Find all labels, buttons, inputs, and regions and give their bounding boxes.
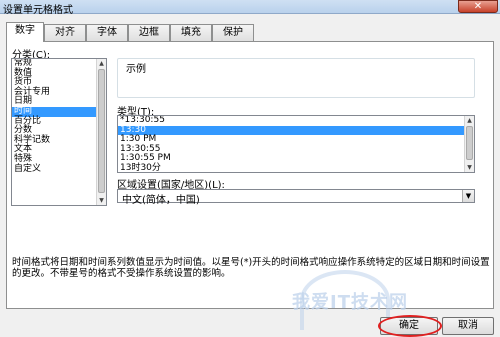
- watermark-text: 我爱IT技术网: [292, 292, 408, 313]
- type-scrollbar[interactable]: ▲ ▼: [464, 116, 474, 172]
- cancel-button[interactable]: 取消: [442, 317, 494, 335]
- format-description: 时间格式将日期和时间系列数值显示为时间值。以星号(*)开头的时间格式响应操作系统…: [12, 257, 490, 279]
- tab-number[interactable]: 数字: [6, 22, 44, 42]
- type-list[interactable]: *13:30:55 13:30 1:30 PM 13:30:55 1:30:55 PM 1…: [117, 115, 475, 173]
- tab-protection[interactable]: 保护: [212, 24, 254, 42]
- chevron-down-icon[interactable]: ▼: [462, 190, 474, 202]
- list-item[interactable]: 13:30: [118, 125, 474, 136]
- window-title: 设置单元格格式: [3, 5, 73, 16]
- highlight-circle: [378, 315, 442, 337]
- close-icon[interactable]: ✕: [458, 0, 498, 13]
- tab-border[interactable]: 边框: [128, 24, 170, 42]
- sample-label: 示例: [124, 60, 148, 75]
- scroll-up-icon[interactable]: ▲: [97, 59, 106, 68]
- tab-alignment[interactable]: 对齐: [44, 24, 86, 42]
- scroll-down-icon[interactable]: ▼: [465, 163, 474, 172]
- list-item[interactable]: 自定义: [12, 164, 106, 175]
- tab-fill[interactable]: 填充: [170, 24, 212, 42]
- list-item[interactable]: 1:30 PM: [118, 135, 474, 145]
- sample-box: 示例: [117, 58, 475, 98]
- list-item[interactable]: 13:30:55: [118, 144, 474, 155]
- scroll-down-icon[interactable]: ▼: [97, 196, 106, 205]
- tab-font[interactable]: 字体: [86, 24, 128, 42]
- number-tab-panel: 分类(C): 常规 数值 货币 会计专用 日期 时间 百分比 分数 科学记数 文本 特殊 自定义 ▲ …: [6, 41, 494, 309]
- scroll-up-icon[interactable]: ▲: [465, 116, 474, 125]
- locale-select[interactable]: 中文(简体，中国) ▼: [117, 189, 475, 206]
- title-bar: 设置单元格格式 ✕: [0, 0, 500, 16]
- scroll-thumb[interactable]: [466, 126, 473, 160]
- category-scrollbar[interactable]: ▲ ▼: [96, 59, 106, 205]
- list-item[interactable]: 13时30分: [118, 163, 474, 172]
- scroll-thumb[interactable]: [98, 69, 105, 193]
- category-list[interactable]: 常规 数值 货币 会计专用 日期 时间 百分比 分数 科学记数 文本 特殊 自定义 ▲ ▼: [11, 58, 107, 206]
- locale-value: 中文(简体，中国): [122, 195, 200, 206]
- list-item[interactable]: 1:30:55 PM: [118, 154, 474, 164]
- list-item[interactable]: *13:30:55: [118, 116, 474, 126]
